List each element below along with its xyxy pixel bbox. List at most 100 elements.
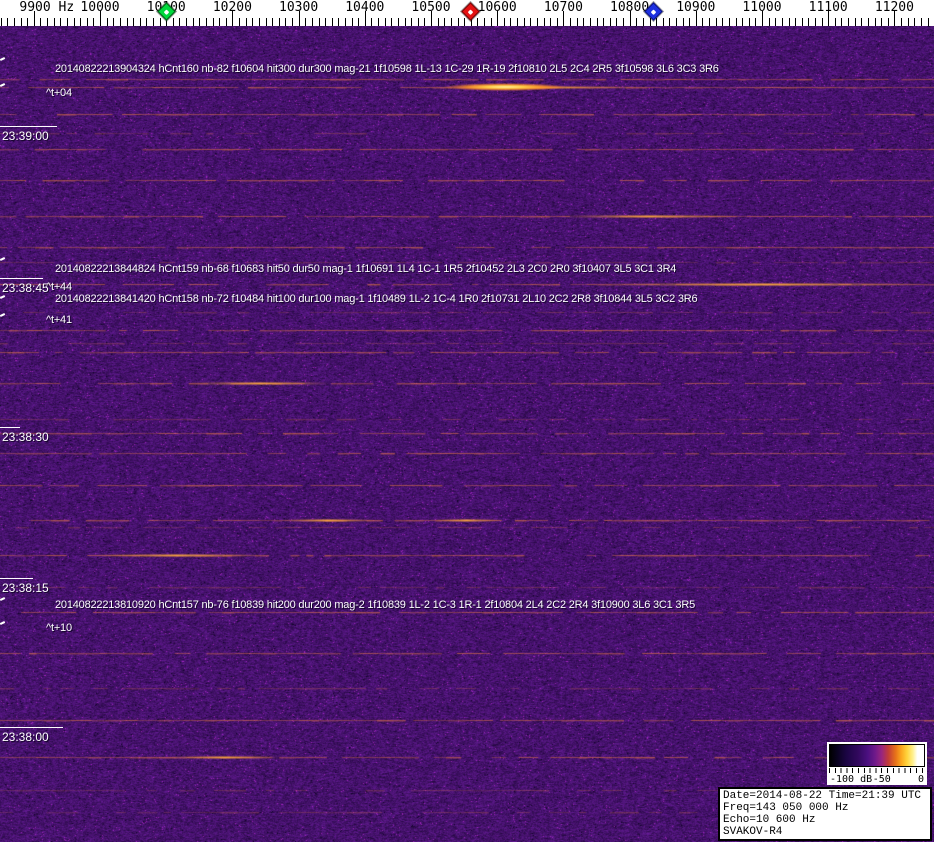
color-scale-gradient-bar bbox=[829, 744, 925, 767]
ruler-frequency-label: 10400 bbox=[345, 0, 385, 15]
ruler-tick bbox=[53, 18, 55, 26]
ruler-tick bbox=[292, 18, 293, 26]
ruler-tick bbox=[715, 18, 717, 26]
ruler-tick bbox=[258, 18, 260, 26]
event-time-offset-marker: ^t+41 bbox=[46, 314, 72, 326]
ruler-tick bbox=[675, 18, 677, 26]
ruler-tick bbox=[702, 18, 704, 26]
ruler-tick bbox=[153, 18, 154, 26]
ruler-tick bbox=[742, 18, 744, 26]
ruler-tick bbox=[344, 18, 346, 26]
event-annotation: 20140822213844824 hCnt159 nb-68 f10683 h… bbox=[55, 263, 677, 275]
marker-center-dot bbox=[650, 8, 657, 15]
ruler-frequency-label: 10300 bbox=[279, 0, 319, 15]
ruler-tick bbox=[106, 18, 108, 26]
ruler-tick bbox=[444, 18, 446, 26]
ruler-tick bbox=[13, 18, 15, 26]
ruler-tick bbox=[728, 18, 730, 26]
ruler-tick bbox=[616, 18, 618, 26]
ruler-tick bbox=[775, 18, 777, 26]
ruler-tick bbox=[623, 18, 624, 26]
ruler-tick bbox=[834, 18, 836, 26]
ruler-frequency-label: 10600 bbox=[477, 0, 517, 15]
ruler-tick bbox=[411, 18, 413, 26]
time-label: 23:38:00 bbox=[2, 730, 49, 744]
ruler-frequency-label: 10900 bbox=[676, 0, 716, 15]
ruler-tick bbox=[239, 18, 240, 26]
ruler-tick bbox=[0, 18, 2, 26]
ruler-tick bbox=[40, 18, 42, 26]
ruler-tick bbox=[285, 18, 287, 26]
ruler-tick bbox=[331, 18, 333, 26]
ruler-tick bbox=[490, 18, 492, 26]
ruler-tick bbox=[583, 18, 585, 26]
ruler-tick bbox=[788, 18, 790, 26]
ruler-tick bbox=[477, 18, 479, 26]
ruler-tick bbox=[689, 18, 691, 26]
ruler-frequency-label: 10500 bbox=[411, 0, 451, 15]
color-scale-legend: -100 dB -50 0 bbox=[827, 742, 927, 785]
ruler-tick bbox=[378, 18, 379, 26]
marker-center-dot bbox=[163, 8, 170, 15]
status-station-id: SVAKOV-R4 bbox=[723, 826, 783, 838]
ruler-tick bbox=[821, 18, 823, 26]
ruler-tick bbox=[530, 18, 532, 26]
ruler-tick bbox=[272, 18, 274, 26]
ruler-tick bbox=[815, 18, 816, 26]
event-time-offset-marker: ^t+44 bbox=[46, 281, 72, 293]
ruler-tick bbox=[901, 18, 902, 26]
ruler-tick bbox=[252, 18, 254, 26]
ruler-tick bbox=[550, 18, 552, 26]
ruler-tick bbox=[887, 18, 889, 26]
ruler-tick bbox=[159, 18, 161, 26]
ruler-tick bbox=[212, 18, 214, 26]
ruler-tick bbox=[265, 18, 267, 26]
ruler-tick bbox=[596, 18, 598, 26]
ruler-tick bbox=[669, 18, 671, 26]
ruler-tick bbox=[682, 18, 684, 26]
ruler-tick bbox=[424, 18, 426, 26]
ruler-tick bbox=[119, 18, 121, 26]
time-axis-tick bbox=[0, 126, 57, 127]
ruler-tick bbox=[93, 18, 95, 26]
ruler-tick bbox=[86, 18, 88, 26]
ruler-frequency-label: 10700 bbox=[543, 0, 583, 15]
ruler-tick bbox=[311, 18, 313, 26]
ruler-tick bbox=[556, 18, 558, 26]
ruler-tick bbox=[113, 18, 115, 26]
event-annotation: 20140822213904324 hCnt160 nb-82 f10604 h… bbox=[55, 63, 719, 75]
time-axis-tick bbox=[0, 578, 33, 579]
ruler-tick bbox=[464, 18, 466, 26]
ruler-frequency-label: 10200 bbox=[212, 0, 252, 15]
ruler-tick bbox=[450, 18, 452, 26]
legend-mid-db-label: -50 bbox=[872, 774, 891, 785]
ruler-tick bbox=[358, 18, 360, 26]
ruler-tick bbox=[172, 18, 174, 26]
spectrogram-canvas bbox=[0, 26, 934, 842]
ruler-frequency-label: 10800 bbox=[610, 0, 650, 15]
ruler-tick bbox=[662, 18, 664, 26]
ruler-tick bbox=[371, 18, 373, 26]
ruler-tick bbox=[881, 18, 883, 26]
ruler-tick bbox=[351, 18, 353, 26]
ruler-tick bbox=[748, 18, 750, 26]
ruler-tick bbox=[867, 18, 869, 26]
ruler-tick bbox=[225, 18, 227, 26]
legend-max-db-label: 0 bbox=[917, 774, 924, 785]
ruler-tick bbox=[66, 18, 68, 26]
ruler-tick bbox=[397, 18, 399, 26]
ruler-tick bbox=[536, 18, 538, 26]
ruler-tick bbox=[199, 18, 201, 26]
ruler-tick bbox=[543, 18, 545, 26]
ruler-tick bbox=[642, 18, 644, 26]
time-axis-tick bbox=[0, 278, 43, 279]
ruler-tick bbox=[523, 18, 525, 26]
ruler-tick bbox=[192, 18, 194, 26]
ruler-frequency-label: 11000 bbox=[742, 0, 782, 15]
ruler-tick bbox=[126, 18, 128, 26]
ruler-tick bbox=[861, 18, 863, 26]
ruler-tick bbox=[338, 18, 340, 26]
ruler-tick bbox=[391, 18, 393, 26]
ruler-tick bbox=[404, 18, 406, 26]
meteor-echo-waterfall-window: 9900 Hz100001010010200103001040010500106… bbox=[0, 0, 934, 842]
